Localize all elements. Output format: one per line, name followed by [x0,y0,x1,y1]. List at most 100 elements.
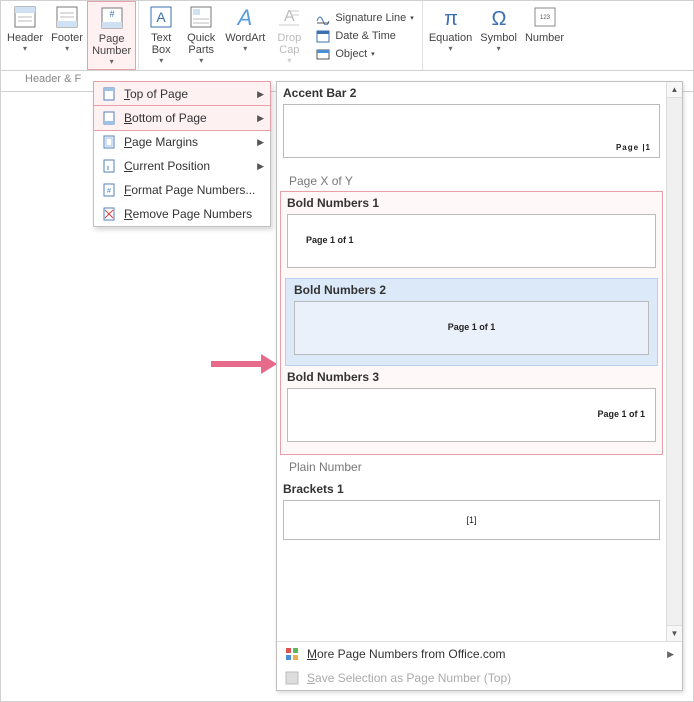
preview-text: Page 1 of 1 [306,235,354,245]
equation-label: Equation [429,32,472,44]
signature-line-button[interactable]: Signature Line ▾ [315,10,413,26]
page-number-gallery: Accent Bar 2 Page |1 Page X of Y Bold Nu… [276,81,683,691]
page-number-menu: TTop of Pageop of Page ▶ Bottom of PageB… [93,81,271,227]
remove-icon [100,207,118,221]
header-label: Header [7,32,43,44]
wordart-button[interactable]: A WordArt ▾ [221,1,269,70]
gallery-category-plain-number: Plain Number [277,454,666,478]
save-icon [285,671,299,685]
scroll-up-button[interactable]: ▲ [667,82,682,98]
submenu-arrow-icon: ▶ [257,161,264,172]
gallery-item-accent-bar-2-title: Accent Bar 2 [277,82,666,102]
menu-remove-page-numbers[interactable]: Remove Page NumbersRemove Page Numbers [94,202,270,226]
symbol-label: Symbol [480,32,517,44]
date-time-button[interactable]: Date & Time [315,28,413,44]
svg-text:A: A [236,5,253,29]
footer-button[interactable]: Footer ▾ [47,1,87,70]
page-margins-icon [100,135,118,149]
group-text: A Text Box ▾ Quick Parts ▾ A WordArt ▾ A… [139,1,423,70]
caret-icon: ▾ [23,44,27,53]
quick-parts-icon [187,4,215,30]
object-icon [315,46,331,62]
ribbon: Header ▾ Footer ▾ # Page Number ▾ A Text… [1,1,693,71]
page-top-icon [100,87,118,101]
preview-text: [1] [466,515,476,525]
quick-parts-button[interactable]: Quick Parts ▾ [181,1,221,70]
preview-text: Page |1 [616,143,651,152]
drop-cap-button[interactable]: A Drop Cap ▾ [269,1,309,70]
caret-icon: ▾ [371,50,375,58]
group-symbols: π Equation ▾ Ω Symbol ▾ 123 Number [423,1,570,70]
footer-icon [53,4,81,30]
menu-bottom-of-page[interactable]: Bottom of PageBottom of Page ▶ [94,106,270,130]
caret-icon: ▾ [159,56,163,65]
equation-button[interactable]: π Equation ▾ [425,1,476,70]
caret-icon: ▾ [449,44,453,53]
submenu-arrow-icon: ▶ [257,137,264,148]
text-box-label: Text Box [151,32,171,56]
format-icon: # [100,183,118,197]
footer-label: Footer [51,32,83,44]
gallery-scrollbar[interactable]: ▲ ▼ [666,82,682,641]
signature-icon [315,10,331,26]
equation-icon: π [437,4,465,30]
current-position-icon [100,159,118,173]
office-icon [285,647,299,661]
gallery-highlight-group: Bold Numbers 1 Page 1 of 1 Bold Numbers … [281,192,662,454]
drop-cap-icon: A [275,4,303,30]
menu-current-position[interactable]: Current PositionCurrent Position ▶ [94,154,270,178]
more-from-office-button[interactable]: More Page Numbers from Office.comMore Pa… [277,642,682,666]
gallery-item-brackets-1-title: Brackets 1 [277,478,666,498]
svg-text:π: π [444,8,458,29]
gallery-item-bold-numbers-1-title: Bold Numbers 1 [281,192,662,212]
object-label: Object [335,48,367,60]
caret-icon: ▾ [497,44,501,53]
drop-cap-label: Drop Cap [277,32,301,56]
save-selection-button: Save Selection as Page Number (Top)Save … [277,666,682,690]
page-number-icon: # [98,5,126,31]
svg-text:Ω: Ω [491,8,506,29]
submenu-arrow-icon: ▶ [257,89,264,100]
header-icon [11,4,39,30]
menu-top-of-page[interactable]: TTop of Pageop of Page ▶ [94,82,270,106]
header-button[interactable]: Header ▾ [3,1,47,70]
caret-icon: ▾ [199,56,203,65]
number-button[interactable]: 123 Number [521,1,568,70]
annotation-arrow [211,361,261,367]
group-header-footer: Header ▾ Footer ▾ # Page Number ▾ [1,1,139,70]
page-number-button[interactable]: # Page Number ▾ [87,1,136,70]
svg-text:A: A [157,9,167,25]
preview-text: Page 1 of 1 [597,409,645,419]
text-box-button[interactable]: A Text Box ▾ [141,1,181,70]
gallery-item-bold-numbers-3-block: Bold Numbers 3 Page 1 of 1 [281,366,662,442]
gallery-item-bold-numbers-3[interactable]: Page 1 of 1 [287,388,656,442]
gallery-item-brackets-1[interactable]: [1] [283,500,660,540]
caret-icon: ▾ [110,57,114,66]
gallery-category-page-x-of-y: Page X of Y [277,168,666,192]
number-label: Number [525,32,564,44]
small-commands: Signature Line ▾ Date & Time Object ▾ [309,1,419,70]
text-box-icon: A [147,4,175,30]
symbol-button[interactable]: Ω Symbol ▾ [476,1,521,70]
date-time-icon [315,28,331,44]
object-button[interactable]: Object ▾ [315,46,413,62]
scroll-down-button[interactable]: ▼ [667,625,682,641]
gallery-item-bold-numbers-1[interactable]: Page 1 of 1 [287,214,656,268]
gallery-item-bold-numbers-1-block: Bold Numbers 1 Page 1 of 1 [281,192,662,268]
svg-text:123: 123 [539,15,550,21]
menu-format-page-numbers[interactable]: # Format Page Numbers...Format Page Numb… [94,178,270,202]
gallery-item-bold-numbers-2[interactable]: Page 1 of 1 [294,301,649,355]
signature-label: Signature Line [335,12,406,24]
number-icon: 123 [531,4,559,30]
gallery-item-bold-numbers-2-block: Bold Numbers 2 Page 1 of 1 [285,278,658,366]
caret-icon: ▾ [243,44,247,53]
menu-page-margins[interactable]: Page MarginsPage Margins ▶ [94,130,270,154]
preview-text: Page 1 of 1 [448,322,496,332]
quick-parts-label: Quick Parts [187,32,215,56]
gallery-item-bold-numbers-3-title: Bold Numbers 3 [281,366,662,386]
wordart-icon: A [231,4,259,30]
gallery-item-accent-bar-2[interactable]: Page |1 [283,104,660,158]
symbol-icon: Ω [485,4,513,30]
caret-icon: ▾ [410,14,414,22]
submenu-arrow-icon: ▶ [257,113,264,124]
